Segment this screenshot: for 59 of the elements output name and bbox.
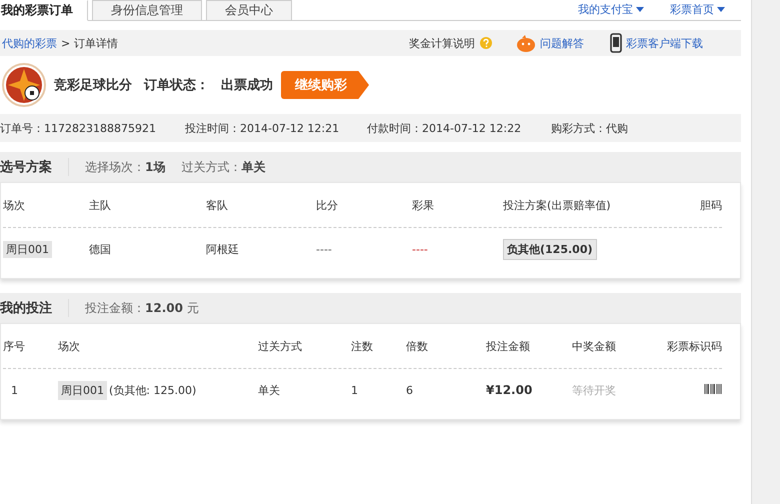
column-header: 彩票标识码: [666, 338, 722, 354]
breadcrumb-separator: >: [61, 36, 70, 50]
match-tag: 周日001: [3, 240, 52, 258]
table-cell-text: ¥12.00: [486, 383, 534, 397]
help-link[interactable]: 彩票客户端下载: [626, 36, 704, 50]
section-title: 我的投注: [0, 299, 69, 317]
column-header: 注数: [351, 338, 374, 354]
column-header: 彩果: [412, 198, 435, 212]
section-meta: 投注金额：12.00 元: [85, 300, 199, 316]
table-cell-text: 阿根廷: [206, 242, 240, 256]
order-info-field: 订单号：1172823188875921: [0, 120, 185, 136]
table-cell-text: 1: [351, 384, 359, 396]
column-header: 主队: [89, 198, 112, 212]
column-header: 中奖金额: [572, 338, 617, 354]
column-header: 场次: [58, 338, 81, 354]
question-icon: [480, 37, 492, 49]
column-header: 序号: [3, 338, 26, 354]
table-cell-text: 6: [406, 384, 414, 396]
help-link[interactable]: 问题解答: [540, 36, 584, 50]
caret-icon: [636, 7, 644, 12]
table-cell-text: 德国: [89, 242, 112, 256]
table-cell-text: ----: [316, 242, 333, 256]
table-cell-text: ----: [412, 242, 429, 256]
breadcrumb-link[interactable]: 代购的彩票: [2, 36, 57, 50]
phone-icon: [610, 33, 622, 53]
table-cell-text: 单关: [258, 382, 281, 398]
caret-icon: [717, 7, 726, 12]
order-status: 出票成功: [221, 77, 273, 94]
section-meta: 过关方式：单关: [181, 158, 266, 176]
order-info-field: 投注时间：2014-07-12 12:21: [185, 120, 367, 136]
continue-buying-button[interactable]: 继续购彩: [281, 71, 369, 99]
tab[interactable]: 身份信息管理: [92, 0, 202, 21]
section-title: 选号方案: [0, 158, 69, 176]
help-link[interactable]: 奖金计算说明: [409, 36, 476, 50]
tab[interactable]: 我的彩票订单: [0, 0, 88, 21]
order-status-label: 订单状态：: [144, 77, 209, 94]
dropdown-link[interactable]: 我的支付宝: [578, 2, 644, 17]
match-tag: 周日001: [58, 380, 107, 400]
column-header: 投注金额: [486, 338, 531, 354]
tab[interactable]: 会员中心: [206, 0, 292, 21]
column-header: 场次: [3, 198, 26, 212]
order-info-field: 购彩方式：代购: [551, 120, 628, 136]
column-header: 客队: [206, 198, 229, 212]
lottery-type: 竞彩足球比分: [54, 76, 132, 94]
barcode-icon: [704, 384, 722, 394]
table-cell: (负其他: 125.00): [109, 382, 196, 398]
column-header: 过关方式: [258, 338, 303, 354]
bet-option-tag: 负其他(125.00): [503, 238, 597, 260]
table-cell-text: 等待开奖: [572, 382, 617, 398]
mascot-icon: [516, 34, 536, 52]
breadcrumb-current: 订单详情: [74, 36, 118, 50]
section-meta: 选择场次：1场: [85, 158, 166, 176]
column-header: 倍数: [406, 338, 429, 354]
order-info-field: 付款时间：2014-07-12 12:22: [367, 120, 551, 136]
column-header: 胆码: [699, 198, 722, 212]
table-cell-text: 1: [10, 384, 19, 396]
column-header: 比分: [316, 198, 339, 212]
column-header: 投注方案(出票赔率值): [503, 198, 612, 212]
dropdown-link[interactable]: 彩票首页: [670, 2, 726, 17]
